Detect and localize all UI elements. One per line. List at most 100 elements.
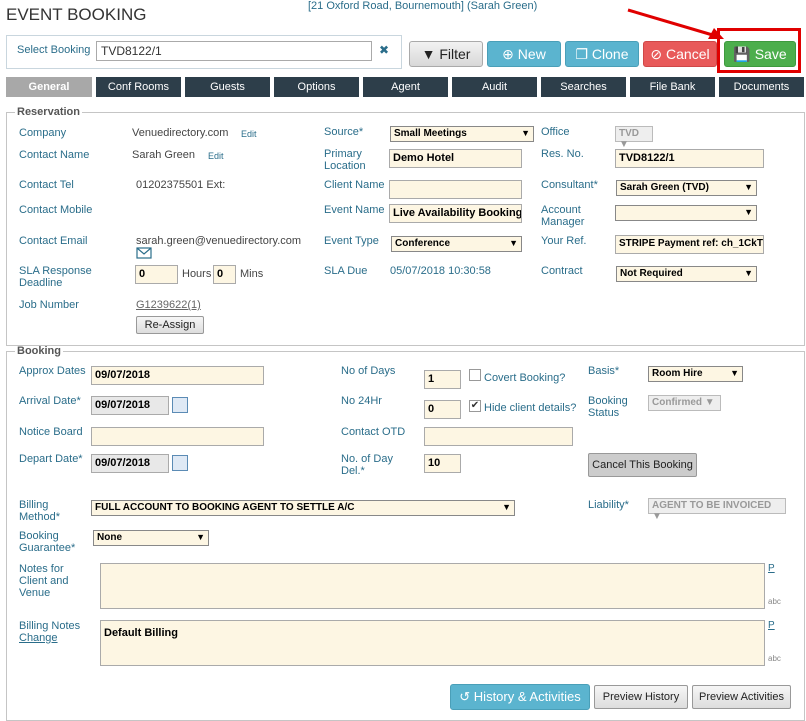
tab-guests[interactable]: Guests bbox=[185, 77, 270, 97]
floppy-icon: 💾 bbox=[733, 46, 751, 62]
tab-file-bank[interactable]: File Bank bbox=[630, 77, 715, 97]
tab-options[interactable]: Options bbox=[274, 77, 359, 97]
contact-otd-input[interactable] bbox=[424, 427, 573, 446]
source-select[interactable]: Small Meetings bbox=[390, 126, 534, 142]
billing-notes-p-link[interactable]: P bbox=[768, 620, 775, 631]
covert-booking-label: Covert Booking? bbox=[484, 372, 566, 384]
notes-p-link[interactable]: P bbox=[768, 563, 775, 574]
tab-audit[interactable]: Audit bbox=[452, 77, 537, 97]
depart-date-input[interactable]: 09/07/2018 bbox=[91, 454, 169, 473]
sla-hours-input[interactable]: 0 bbox=[135, 265, 178, 284]
your-ref-input[interactable]: STRIPE Payment ref: ch_1CkTr bbox=[615, 235, 764, 254]
booking-legend: Booking bbox=[17, 345, 61, 357]
clone-button[interactable]: ❐ Clone bbox=[565, 41, 639, 67]
contact-name-label: Contact Name bbox=[19, 149, 90, 161]
tab-searches[interactable]: Searches bbox=[541, 77, 626, 97]
job-number-link[interactable]: G1239622(1) bbox=[136, 299, 201, 311]
contract-select[interactable]: Not Required bbox=[616, 266, 757, 282]
cancel-this-booking-button[interactable]: Cancel This Booking bbox=[588, 453, 697, 477]
consultant-select[interactable]: Sarah Green (TVD) bbox=[616, 180, 757, 196]
save-button[interactable]: 💾 Save bbox=[724, 41, 796, 67]
notes-textarea[interactable] bbox=[100, 563, 765, 609]
select-booking-label: Select Booking bbox=[17, 44, 91, 56]
company-edit-link[interactable]: Edit bbox=[241, 129, 257, 139]
sla-response-label: SLA Response Deadline bbox=[19, 265, 92, 289]
no-of-days-input[interactable]: 1 bbox=[424, 370, 461, 389]
arrival-date-input[interactable]: 09/07/2018 bbox=[91, 396, 169, 415]
res-no-label: Res. No. bbox=[541, 148, 584, 160]
contact-name-value: Sarah Green bbox=[132, 149, 195, 161]
primary-location-input[interactable]: Demo Hotel bbox=[389, 149, 522, 168]
basis-select[interactable]: Room Hire bbox=[648, 366, 743, 382]
booking-status-label: Booking Status bbox=[588, 395, 628, 419]
client-name-label: Client Name bbox=[324, 179, 385, 191]
select-booking-bar: Select Booking TVD8122/1 ✖ bbox=[6, 35, 402, 69]
job-number-label: Job Number bbox=[19, 299, 79, 311]
sla-mins-input[interactable]: 0 bbox=[213, 265, 236, 284]
calendar-icon[interactable] bbox=[172, 397, 188, 413]
billing-method-label: Billing Method* bbox=[19, 499, 60, 523]
company-value: Venuedirectory.com bbox=[132, 127, 229, 139]
sla-due-label: SLA Due bbox=[324, 265, 368, 277]
notice-board-input[interactable] bbox=[91, 427, 264, 446]
arrival-date-label: Arrival Date* bbox=[19, 395, 81, 407]
booking-guarantee-label: Booking Guarantee* bbox=[19, 530, 76, 554]
cancel-icon: ⊘ bbox=[650, 46, 663, 62]
select-booking-input[interactable]: TVD8122/1 bbox=[96, 41, 372, 61]
calendar-icon[interactable] bbox=[172, 455, 188, 471]
tab-conf-rooms[interactable]: Conf Rooms bbox=[96, 77, 181, 97]
filter-icon: ▼ bbox=[421, 46, 436, 62]
filter-button[interactable]: ▼ Filter bbox=[409, 41, 483, 67]
booking-status-select: Confirmed ▼ bbox=[648, 395, 721, 411]
spellcheck-icon[interactable]: abc bbox=[768, 654, 781, 663]
client-name-input[interactable] bbox=[389, 180, 522, 199]
res-no-input[interactable]: TVD8122/1 bbox=[615, 149, 764, 168]
office-label: Office bbox=[541, 126, 570, 138]
account-manager-select[interactable] bbox=[615, 205, 757, 221]
page-subtitle: [21 Oxford Road, Bournemouth] (Sarah Gre… bbox=[308, 0, 538, 12]
basis-label: Basis* bbox=[588, 365, 620, 377]
reservation-legend: Reservation bbox=[17, 106, 80, 118]
contact-email-label: Contact Email bbox=[19, 235, 88, 247]
notice-board-label: Notice Board bbox=[19, 426, 83, 438]
preview-history-button[interactable]: Preview History bbox=[594, 685, 688, 709]
account-manager-label: Account Manager bbox=[541, 204, 585, 228]
history-activities-button[interactable]: ↺ History & Activities bbox=[450, 684, 590, 710]
hide-client-checkbox[interactable]: ✔ bbox=[469, 400, 481, 412]
depart-date-label: Depart Date* bbox=[19, 453, 83, 465]
no-day-del-input[interactable]: 10 bbox=[424, 454, 461, 473]
approx-dates-label: Approx Dates bbox=[19, 365, 86, 377]
event-name-input[interactable]: Live Availability Booking: T bbox=[389, 204, 522, 223]
tab-general[interactable]: General bbox=[6, 77, 92, 97]
no-day-del-label: No. of Day Del.* bbox=[341, 453, 393, 477]
approx-dates-input[interactable]: 09/07/2018 bbox=[91, 366, 264, 385]
no-24hr-input[interactable]: 0 bbox=[424, 400, 461, 419]
history-icon: ↺ bbox=[459, 689, 471, 704]
contact-name-edit-link[interactable]: Edit bbox=[208, 151, 224, 161]
event-name-label: Event Name bbox=[324, 204, 385, 216]
billing-notes-label: Billing Notes bbox=[19, 620, 81, 632]
annotation-arrow bbox=[627, 8, 724, 39]
contact-otd-label: Contact OTD bbox=[341, 426, 406, 438]
spellcheck-icon[interactable]: abc bbox=[768, 597, 781, 606]
reassign-button[interactable]: Re-Assign bbox=[136, 316, 204, 334]
preview-activities-button[interactable]: Preview Activities bbox=[692, 685, 791, 709]
contact-mobile-label: Contact Mobile bbox=[19, 204, 93, 216]
billing-notes-change-link[interactable]: Change bbox=[19, 632, 58, 644]
booking-guarantee-select[interactable]: None bbox=[93, 530, 209, 546]
no-24hr-label: No 24Hr bbox=[341, 395, 382, 407]
reservation-section: Reservation bbox=[6, 106, 805, 346]
source-label: Source* bbox=[324, 126, 364, 138]
covert-booking-checkbox[interactable] bbox=[469, 369, 481, 381]
your-ref-label: Your Ref. bbox=[541, 235, 587, 247]
clear-icon[interactable]: ✖ bbox=[379, 43, 389, 57]
copy-icon: ❐ bbox=[575, 46, 589, 62]
tab-documents[interactable]: Documents bbox=[719, 77, 804, 97]
billing-method-select[interactable]: FULL ACCOUNT TO BOOKING AGENT TO SETTLE … bbox=[91, 500, 515, 516]
billing-notes-textarea[interactable]: Default Billing bbox=[100, 620, 765, 666]
event-type-select[interactable]: Conference bbox=[391, 236, 522, 252]
tab-agent[interactable]: Agent bbox=[363, 77, 448, 97]
cancel-button[interactable]: ⊘ Cancel bbox=[643, 41, 717, 67]
envelope-icon[interactable] bbox=[136, 247, 152, 259]
new-button[interactable]: ⊕ New bbox=[487, 41, 561, 67]
